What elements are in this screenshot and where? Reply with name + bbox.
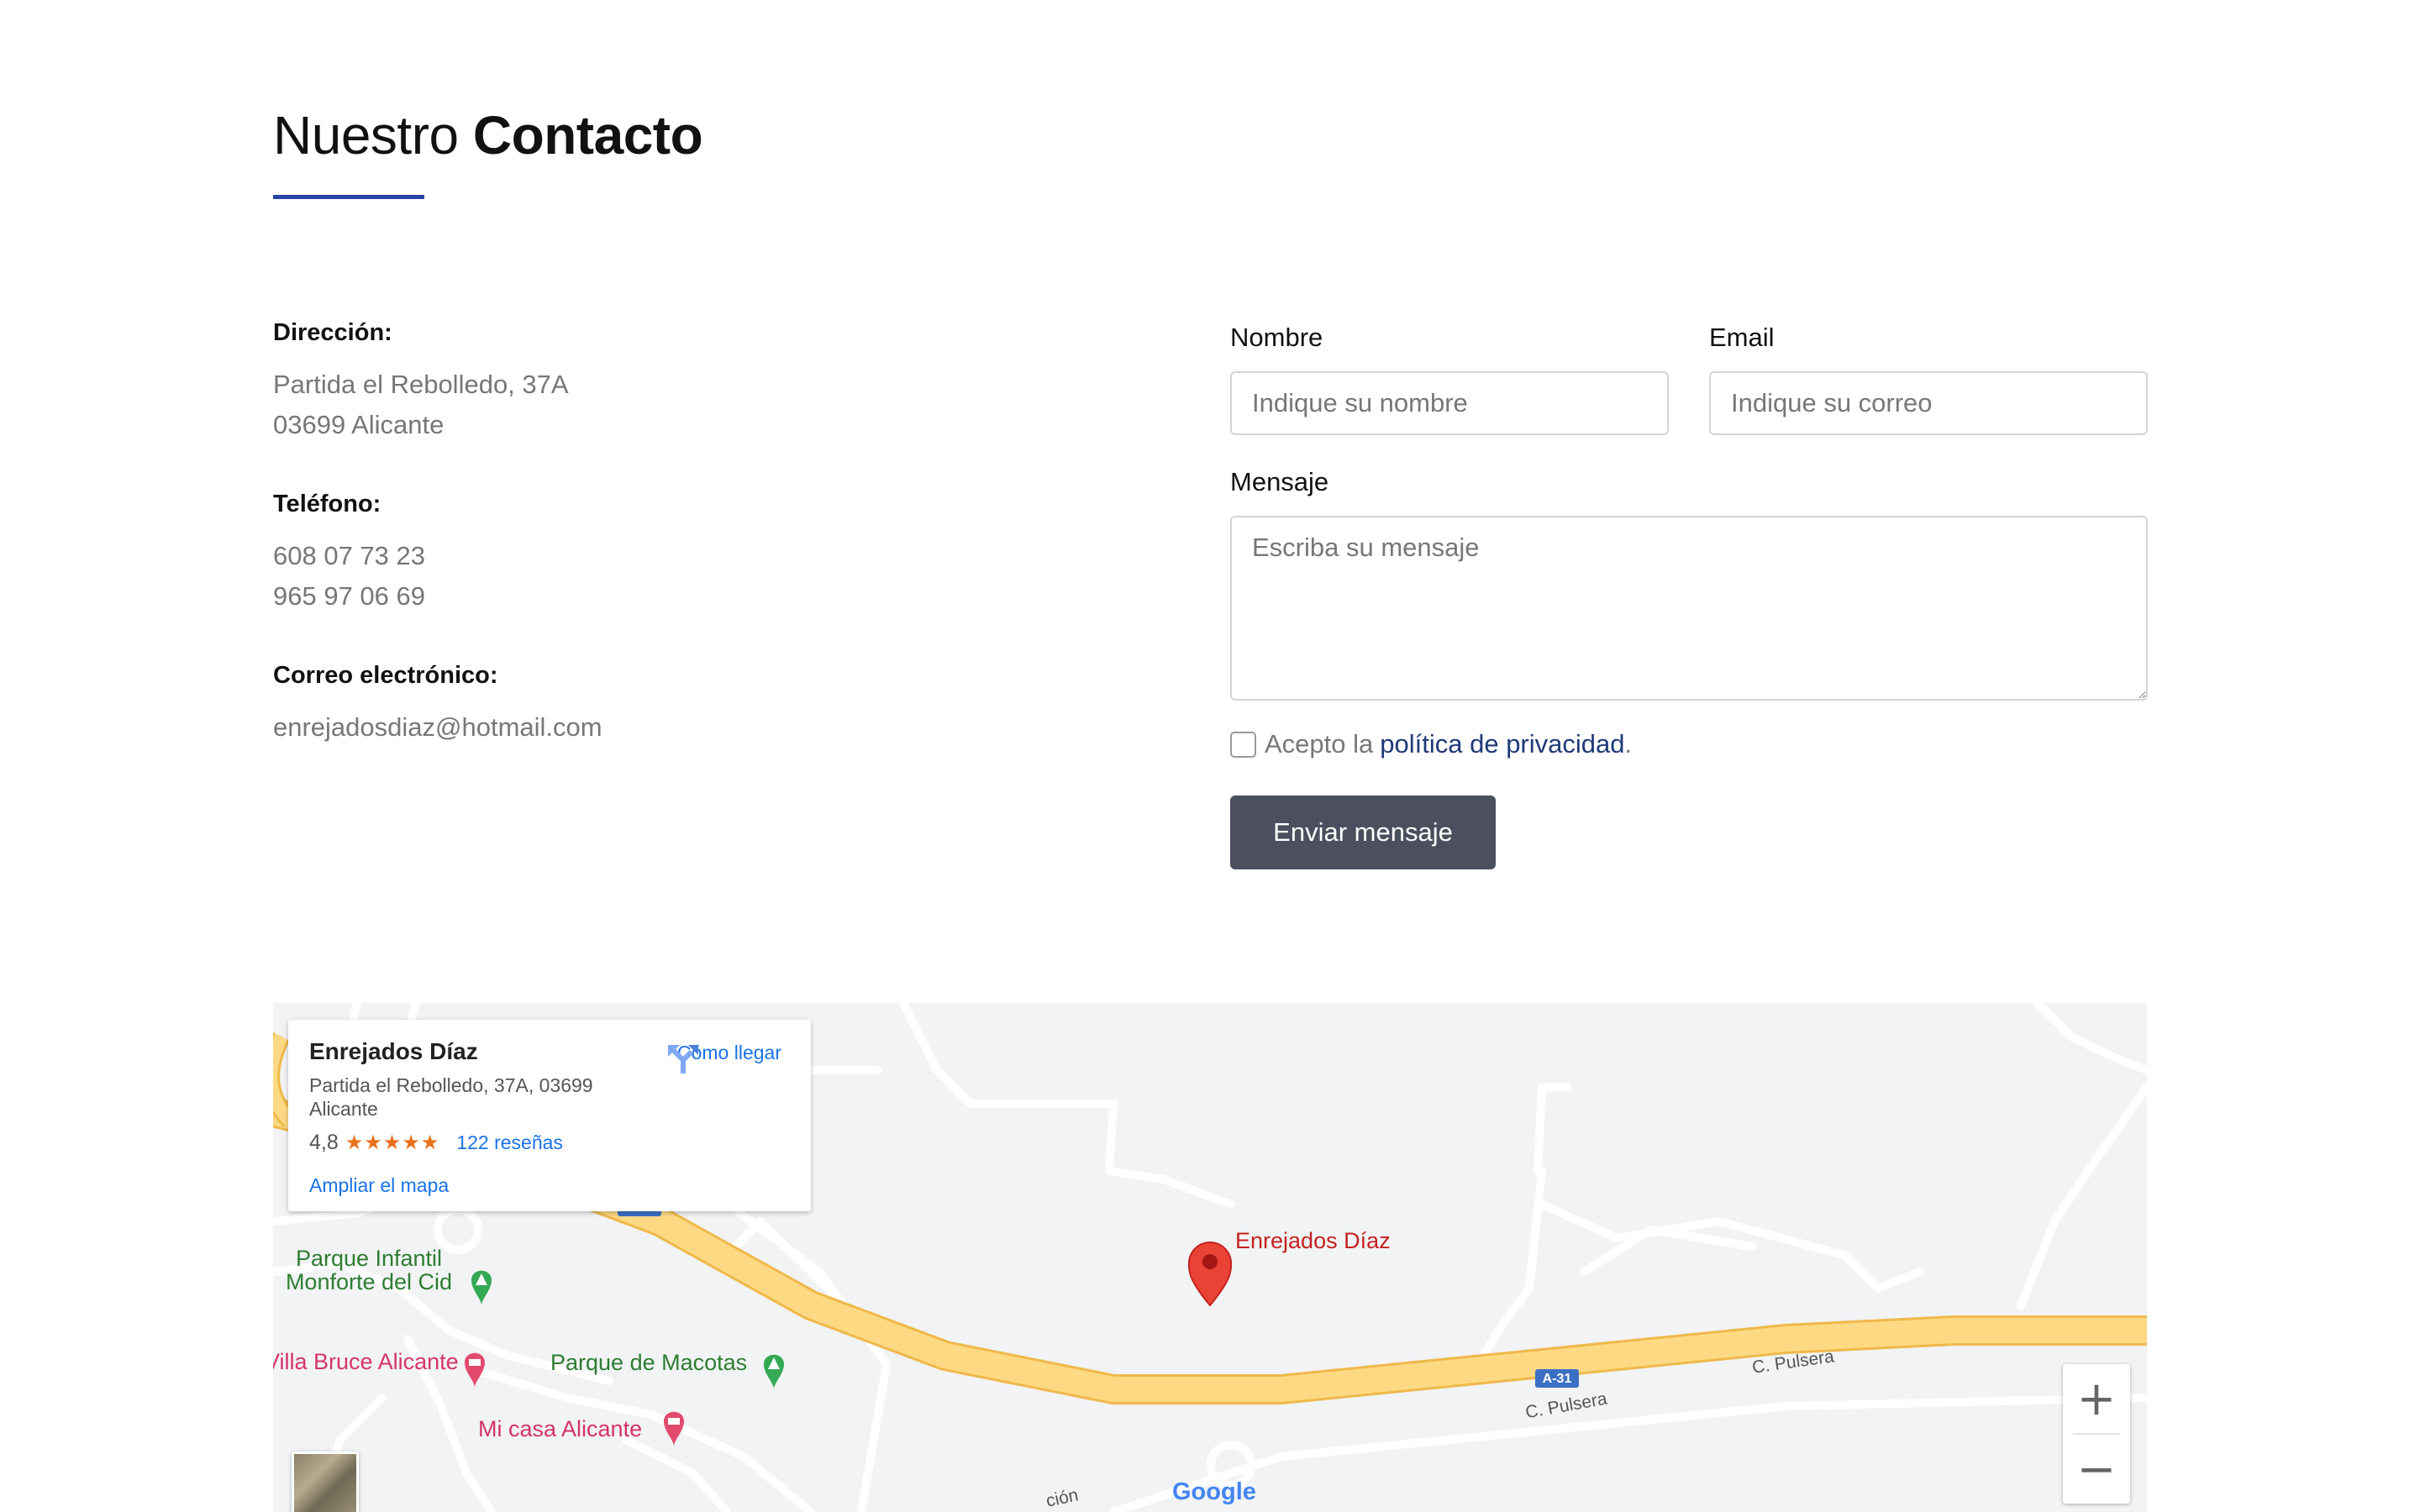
map-marker-icon [1187,1242,1233,1307]
message-textarea[interactable] [1230,516,2148,701]
phone-label: Teléfono: [273,491,381,517]
zoom-in-button[interactable]: + [2063,1364,2130,1433]
privacy-consent: Acepto la política de privacidad . [1230,729,1632,759]
page-title: Nuestro Contacto [273,104,703,166]
phone-value: 608 07 73 23 965 97 06 69 [273,536,425,617]
email-label: Correo electrónico: [273,662,498,689]
zoom-controls: + − [2063,1364,2130,1504]
directions-icon [668,1045,698,1074]
enlarge-map-link[interactable]: Ampliar el mapa [309,1174,449,1197]
title-bold: Contacto [472,105,703,165]
address-line1: Partida el Rebolledo, 37A [273,370,569,399]
privacy-end: . [1624,729,1633,759]
hotel-pin-1-icon [465,1352,485,1388]
park-pin-1-icon [471,1270,492,1305]
marker-label[interactable]: Enrejados Díaz [1235,1228,1391,1254]
privacy-checkbox[interactable] [1230,731,1256,758]
rating-stars-icon: ★★★★★ [345,1131,440,1154]
email-field-label: Email [1709,323,1775,352]
directions-button[interactable]: Cómo llegar [666,1042,792,1074]
phone-1: 608 07 73 23 [273,541,426,570]
reviews-link[interactable]: 122 reseñas [456,1131,563,1154]
hotel-label-1[interactable]: Villa Bruce Alicante [273,1349,459,1375]
map-embed[interactable]: A-31 Enrejados Díaz Parque Infantil Monf… [273,1003,2147,1512]
google-logo: Google [1172,1478,1256,1506]
satellite-toggle[interactable] [292,1452,359,1512]
place-rating: 4,8 ★★★★★ 122 reseñas [309,1131,563,1155]
hotel-pin-2-icon [664,1411,684,1446]
zoom-out-button[interactable]: − [2063,1435,2130,1504]
title-normal: Nuestro [273,105,459,165]
rating-value: 4,8 [309,1131,339,1154]
phone-2: 965 97 06 69 [273,581,426,611]
name-label: Nombre [1230,323,1323,352]
a31-shield-text: A-31 [1543,1372,1572,1386]
name-input[interactable] [1230,371,1669,435]
message-label: Mensaje [1230,467,1329,496]
privacy-link[interactable]: política de privacidad [1380,729,1624,759]
google-logo-text: Google [1172,1478,1256,1505]
title-underline [273,195,424,199]
place-card: Enrejados Díaz Partida el Rebolledo, 37A… [288,1020,811,1211]
park-label-2[interactable]: Parque de Macotas [550,1351,747,1374]
send-message-button[interactable]: Enviar mensaje [1230,795,1496,869]
park-pin-2-icon [764,1354,784,1389]
address-label: Dirección: [273,319,392,346]
park-label-1[interactable]: Parque Infantil Monforte del Cid [276,1247,461,1294]
hotel-label-2[interactable]: Mi casa Alicante [478,1416,642,1442]
address-value: Partida el Rebolledo, 37A 03699 Alicante [273,365,569,445]
place-name: Enrejados Díaz [309,1038,478,1064]
privacy-text: Acepto la [1265,729,1374,759]
address-line2: 03699 Alicante [273,410,445,439]
email-input[interactable] [1709,371,2148,435]
email-value: enrejadosdiaz@hotmail.com [273,712,602,742]
place-address: Partida el Rebolledo, 37A, 03699 Alicant… [309,1074,593,1120]
